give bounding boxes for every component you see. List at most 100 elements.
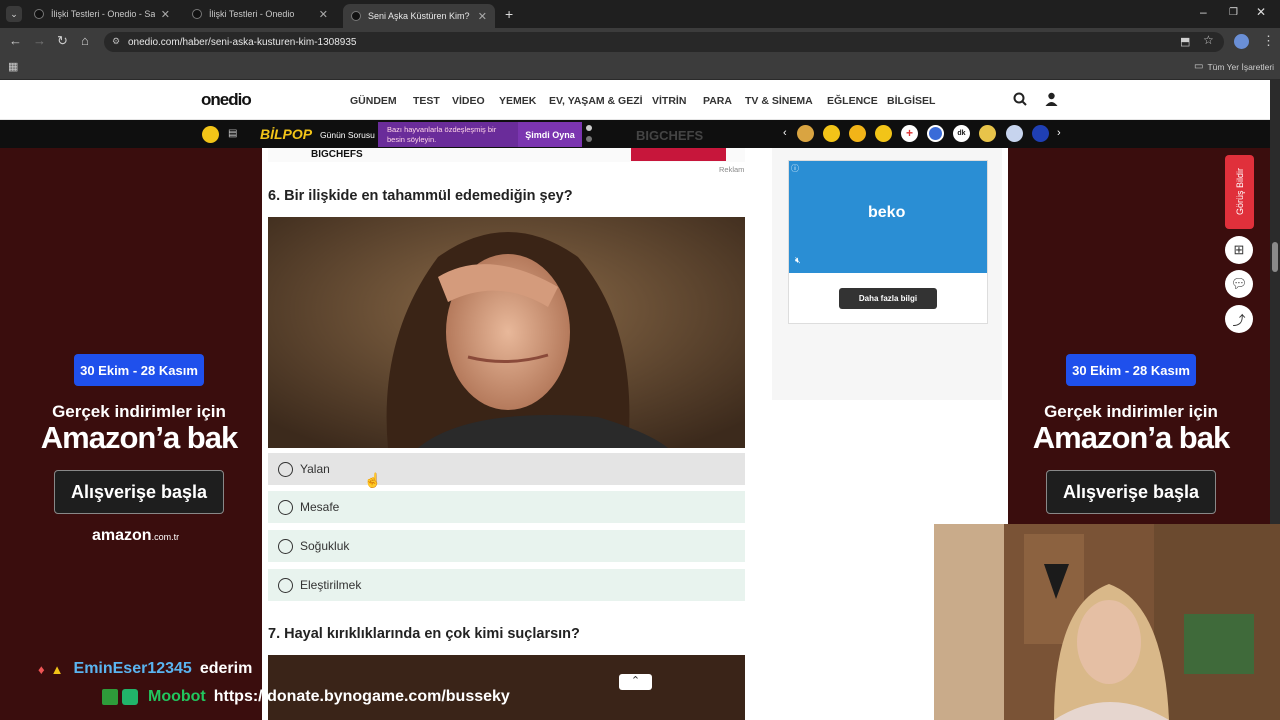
play-now-button[interactable]: Şimdi Oyna <box>518 122 582 147</box>
chat-username: EminEser12345 <box>73 660 192 677</box>
comments-icon[interactable]: 💬︎ <box>1225 270 1253 298</box>
heart-eyes-emoji-icon[interactable] <box>823 125 840 142</box>
nav-eglence[interactable]: EĞLENCE <box>827 95 878 107</box>
nav-para[interactable]: PARA <box>703 95 732 107</box>
category-icon[interactable] <box>927 125 944 142</box>
ad-headline: Gerçek indirimler için <box>1044 402 1218 421</box>
nav-gundem[interactable]: GÜNDEM <box>350 95 397 107</box>
nav-bilgisel[interactable]: BİLGİSEL <box>887 95 935 107</box>
restore-icon[interactable]: ❐ <box>1229 7 1238 18</box>
laugh-emoji-icon[interactable] <box>875 125 892 142</box>
bookmark-add-icon[interactable]: ⊞ <box>1225 236 1253 264</box>
install-app-icon[interactable]: ⬒ <box>1180 35 1190 48</box>
daily-question-text[interactable]: Bazı hayvanlarla özdeşleşmiş bir besin s… <box>378 122 518 147</box>
brand-category-icon[interactable]: dk <box>953 125 970 142</box>
user-icon[interactable] <box>1045 92 1058 111</box>
gem-badge-icon: ♦ <box>38 661 45 677</box>
sad-emoji-icon[interactable] <box>849 125 866 142</box>
feedback-tab[interactable]: Görüş Bildir <box>1225 155 1254 229</box>
flag-category-icon[interactable] <box>1006 125 1023 142</box>
profile-avatar[interactable] <box>1234 34 1249 49</box>
reload-icon[interactable]: ↻ <box>57 33 68 49</box>
ad-shop-button[interactable]: Alışverişe başla <box>54 470 224 514</box>
option-sogukluk[interactable]: Soğukluk <box>268 530 745 562</box>
chat-text: ederim <box>199 660 253 677</box>
chat-username: Moobot <box>148 688 206 705</box>
apps-grid-icon[interactable]: ▦ <box>8 60 18 73</box>
mod-badge-icon <box>102 689 118 705</box>
radio-icon[interactable] <box>278 461 293 477</box>
ad-shop-button[interactable]: Alışverişe başla <box>1046 470 1216 514</box>
close-tab-icon[interactable]: ✕ <box>319 8 328 21</box>
bilpop-logo[interactable]: BİLPOP <box>260 126 312 142</box>
close-window-icon[interactable]: ✕ <box>1256 5 1266 19</box>
nav-vitrin[interactable]: VİTRİN <box>652 95 686 107</box>
bot-badge-icon <box>122 689 138 705</box>
quiz-card-icon: ▤ <box>228 128 238 139</box>
close-tab-icon[interactable]: ✕ <box>161 8 170 21</box>
minimize-icon[interactable]: – <box>1200 5 1207 19</box>
all-bookmarks[interactable]: ▭ Tüm Yer İşaretleri <box>1194 61 1274 72</box>
ad-label: Reklam <box>719 165 745 174</box>
daily-question-label: Günün Sorusu <box>320 130 375 140</box>
plus-category-icon[interactable]: + <box>901 125 918 142</box>
tab-seni-aska-kusturen-kim[interactable]: Seni Aşka Küstüren Kim? - Oned ✕ <box>343 4 495 28</box>
close-tab-icon[interactable]: ✕ <box>478 10 487 23</box>
nav-ev-yasam-gezi[interactable]: EV, YAŞAM & GEZİ <box>549 95 643 107</box>
amazon-logo: amazon .com.tr <box>92 527 180 544</box>
question-6-title: 6. Bir ilişkide en tahammül edemediğin ş… <box>268 188 573 204</box>
ad-red-block <box>631 148 726 161</box>
category-avatar[interactable] <box>797 125 814 142</box>
warning-badge-icon: ▲ <box>50 661 64 677</box>
new-tab-icon[interactable]: + <box>505 6 513 22</box>
address-bar[interactable]: ⚙ onedio.com/haber/seni-aska-kusturen-ki… <box>104 32 1224 52</box>
chevron-left-icon[interactable]: ‹ <box>783 127 787 139</box>
nav-yemek[interactable]: YEMEK <box>499 95 536 107</box>
tab-iliski-testleri-4[interactable]: İlişki Testleri - Onedio - Sayfa 4 ✕ <box>26 4 178 24</box>
option-elestirilmek[interactable]: Eleştirilmek <box>268 569 745 601</box>
mouse-cursor-icon: ☝ <box>364 472 382 488</box>
chat-message: ♦ ▲ EminEser12345 ederim <box>38 660 252 678</box>
option-mesafe[interactable]: Mesafe <box>268 491 745 523</box>
promo-strip <box>0 120 1270 148</box>
radio-icon[interactable] <box>278 577 293 593</box>
ad-info-icon[interactable]: ⓘ <box>791 163 799 174</box>
bookmark-bar <box>0 56 1280 80</box>
learn-more-button[interactable]: Daha fazla bilgi <box>839 288 937 309</box>
question-7-title: 7. Hayal kırıklıklarında en çok kimi suç… <box>268 626 580 642</box>
site-logo[interactable]: onedio <box>201 90 252 110</box>
webcam-overlay <box>934 524 1280 720</box>
search-icon[interactable] <box>1013 92 1027 111</box>
radio-icon[interactable] <box>278 538 293 554</box>
bigchefs-faded-logo: BIGCHEFS <box>636 128 704 143</box>
tab-iliski-testleri[interactable]: İlişki Testleri - Onedio ✕ <box>184 4 336 24</box>
question-6-image <box>268 217 745 448</box>
scroll-top-button[interactable]: ⌃ <box>619 674 652 690</box>
browser-menu-icon[interactable]: ⋮ <box>1262 33 1275 49</box>
tab-search-icon[interactable]: ⌄ <box>6 6 22 22</box>
chat-message: Moobot https://donate.bynogame.com/busse… <box>102 688 510 706</box>
chevron-right-icon[interactable]: › <box>1057 127 1061 139</box>
forward-icon[interactable]: → <box>33 33 46 48</box>
character-category-icon[interactable] <box>979 125 996 142</box>
share-icon[interactable]: ⤴ <box>1225 305 1253 333</box>
carousel-dot[interactable] <box>586 136 592 142</box>
bookmark-star-icon[interactable]: ☆ <box>1203 33 1214 47</box>
ad-headline: Gerçek indirimler için <box>52 402 226 421</box>
brand-category-icon[interactable] <box>1032 125 1049 142</box>
site-info-icon[interactable]: ⚙ <box>112 36 120 47</box>
nav-tv-sinema[interactable]: TV & SİNEMA <box>745 95 813 107</box>
nav-video[interactable]: VİDEO <box>452 95 485 107</box>
home-icon[interactable]: ⌂ <box>81 33 89 48</box>
onedio-favicon-icon <box>192 9 202 19</box>
ad-tagline: Amazon’a bak <box>40 420 238 455</box>
nav-test[interactable]: TEST <box>413 95 440 107</box>
scrollbar-thumb[interactable] <box>1272 242 1278 272</box>
radio-icon[interactable] <box>278 499 293 515</box>
back-icon[interactable]: ← <box>9 33 22 48</box>
onedio-favicon-icon <box>351 11 361 21</box>
ad-date-badge: 30 Ekim - 28 Kasım <box>74 354 204 386</box>
mute-icon[interactable]: 🔇︎ <box>795 255 801 266</box>
carousel-dot[interactable] <box>586 125 592 131</box>
option-yalan[interactable]: Yalan <box>268 453 745 485</box>
